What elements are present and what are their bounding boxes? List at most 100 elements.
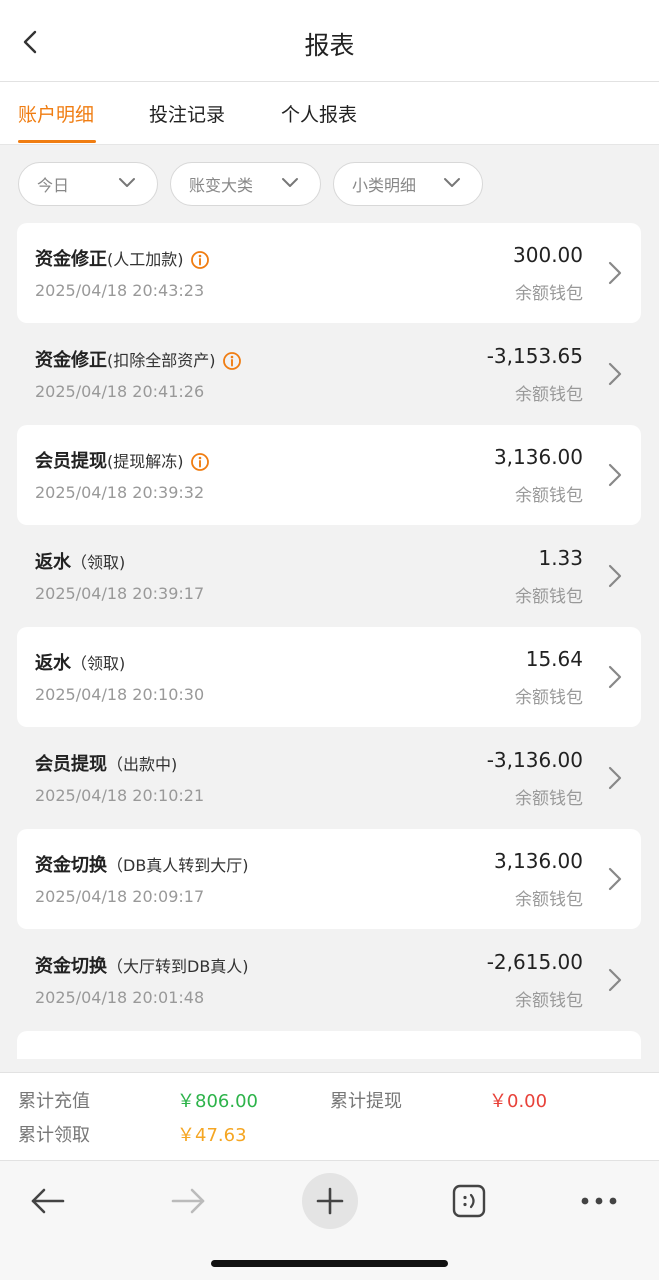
page-title: 报表: [304, 31, 355, 60]
info-icon[interactable]: [190, 250, 210, 270]
record-row[interactable]: 会员提现（出款中) 2025/04/18 20:10:21 -3,136.00 余额钱…: [17, 728, 641, 828]
record-amount: 3,136.00: [493, 445, 583, 469]
filter-bar: 今日 账变大类 小类明细: [0, 145, 659, 223]
chevron-down-icon: [282, 178, 298, 187]
chevron-right-icon[interactable]: [605, 966, 625, 998]
record-row[interactable]: 返水（领取) 2025/04/18 20:10:30 15.64 余额钱包: [17, 627, 641, 727]
home-indicator: [211, 1260, 448, 1267]
record-amount: -3,153.65: [486, 344, 583, 368]
chevron-down-icon: [119, 178, 135, 187]
record-row[interactable]: 资金修正(扣除全部资产) 2025/04/18 20:41:26 -3,153.65…: [17, 324, 641, 424]
record-wallet: 余额钱包: [515, 890, 583, 910]
chevron-right-icon[interactable]: [605, 764, 625, 796]
record-wallet: 余额钱包: [515, 486, 583, 506]
record-title-row: 会员提现(提现解冻): [35, 447, 210, 473]
header-bar: 报表: [0, 0, 659, 82]
back-arrow-icon: [31, 1188, 65, 1214]
info-icon[interactable]: [222, 351, 242, 371]
record-wallet: 余额钱包: [515, 688, 583, 708]
record-subtype: (扣除全部资产): [107, 351, 216, 370]
chevron-right-icon[interactable]: [605, 562, 625, 594]
record-list[interactable]: 资金修正(人工加款) 2025/04/18 20:43:23 300.00 余额钱包资…: [0, 223, 659, 1059]
tab-bar: 账户明细 投注记录 个人报表: [0, 82, 659, 145]
record-row[interactable]: 返水（领取) 2025/04/18 20:39:17 1.33 余额钱包: [17, 526, 641, 626]
record-wallet: 余额钱包: [515, 991, 583, 1011]
record-amount: 300.00: [513, 243, 583, 267]
record-amount: -3,136.00: [486, 748, 583, 772]
tab-account-details[interactable]: 账户明细: [18, 100, 94, 127]
record-title-row: 资金修正(人工加款): [35, 245, 210, 271]
chevron-right-icon[interactable]: [605, 663, 625, 695]
filter-category-dropdown[interactable]: 账变大类: [170, 162, 321, 206]
record-amount: -2,615.00: [486, 950, 583, 974]
chevron-right-icon[interactable]: [605, 865, 625, 897]
record-type: 资金修正: [35, 249, 107, 270]
record-title-row: 资金切换（DB真人转到大厅): [35, 851, 249, 877]
record-wallet: 余额钱包: [515, 789, 583, 809]
browser-forward-button[interactable]: [160, 1173, 216, 1229]
record-row[interactable]: 资金修正(人工加款) 2025/04/18 20:43:23 300.00 余额钱包: [17, 223, 641, 323]
record-type: 返水: [35, 653, 71, 674]
total-claim-label: 累计领取: [18, 1125, 90, 1146]
plus-icon: [316, 1187, 344, 1215]
record-time: 2025/04/18 20:09:17: [35, 887, 205, 906]
record-row[interactable]: 资金切换（大厅转到DB真人) 2025/04/18 20:01:48 -2,615.…: [17, 930, 641, 1030]
record-title-row: 资金切换（大厅转到DB真人): [35, 952, 249, 978]
record-type: 返水: [35, 552, 71, 573]
info-icon[interactable]: [190, 452, 210, 472]
filter-category-label: 账变大类: [189, 176, 254, 195]
record-title-row: 会员提现（出款中): [35, 750, 177, 776]
summary-panel: 累计充值 ￥806.00 累计提现 ￥0.00 累计领取 ￥47.63: [0, 1072, 659, 1160]
record-subtype: （大厅转到DB真人): [107, 957, 249, 976]
browser-toolbar: [0, 1160, 659, 1280]
record-amount: 15.64: [525, 647, 583, 671]
filter-date-dropdown[interactable]: 今日: [18, 162, 158, 206]
active-tab-indicator: [18, 140, 96, 143]
record-time: 2025/04/18 20:10:30: [35, 685, 205, 704]
record-time: 2025/04/18 20:43:23: [35, 281, 205, 300]
filter-subcategory-label: 小类明细: [352, 176, 417, 195]
record-time: 2025/04/18 20:10:21: [35, 786, 205, 805]
record-subtype: （DB真人转到大厅): [107, 856, 249, 875]
total-withdraw-value: ￥0.00: [489, 1091, 548, 1112]
record-type: 会员提现: [35, 754, 107, 775]
tabs-button[interactable]: [441, 1173, 497, 1229]
record-title-row: 返水（领取): [35, 548, 125, 574]
record-subtype: (提现解冻): [107, 452, 184, 471]
tab-personal-report[interactable]: 个人报表: [281, 100, 357, 127]
record-wallet: 余额钱包: [515, 385, 583, 405]
more-dots-icon: [581, 1197, 617, 1205]
record-time: 2025/04/18 20:01:48: [35, 988, 205, 1007]
record-time: 2025/04/18 20:39:32: [35, 483, 205, 502]
record-row[interactable]: [17, 1031, 641, 1059]
total-deposit-value: ￥806.00: [177, 1091, 258, 1112]
record-title-row: 资金修正(扣除全部资产): [35, 346, 242, 372]
total-claim-value: ￥47.63: [177, 1125, 247, 1146]
record-title-row: 返水（领取): [35, 649, 125, 675]
record-type: 资金修正: [35, 350, 107, 371]
record-row[interactable]: 会员提现(提现解冻) 2025/04/18 20:39:32 3,136.00 余额钱…: [17, 425, 641, 525]
forward-arrow-icon: [171, 1188, 205, 1214]
record-type: 会员提现: [35, 451, 107, 472]
new-tab-button[interactable]: [302, 1173, 358, 1229]
record-amount: 3,136.00: [493, 849, 583, 873]
record-subtype: （领取): [71, 654, 126, 673]
record-type: 资金切换: [35, 956, 107, 977]
record-subtype: （领取): [71, 553, 126, 572]
record-row[interactable]: 资金切换（DB真人转到大厅) 2025/04/18 20:09:17 3,136.0…: [17, 829, 641, 929]
filter-date-label: 今日: [37, 176, 70, 195]
record-amount: 1.33: [538, 546, 583, 570]
more-options-button[interactable]: [571, 1173, 627, 1229]
record-type: 资金切换: [35, 855, 107, 876]
filter-subcategory-dropdown[interactable]: 小类明细: [333, 162, 483, 206]
record-wallet: 余额钱包: [515, 587, 583, 607]
browser-back-button[interactable]: [20, 1173, 76, 1229]
chevron-right-icon[interactable]: [605, 360, 625, 392]
total-deposit-label: 累计充值: [18, 1091, 90, 1112]
record-subtype: (人工加款): [107, 250, 184, 269]
record-subtype: （出款中): [107, 755, 178, 774]
tab-bet-records[interactable]: 投注记录: [149, 100, 225, 127]
chevron-right-icon[interactable]: [605, 259, 625, 291]
chevron-right-icon[interactable]: [605, 461, 625, 493]
record-wallet: 余额钱包: [515, 284, 583, 304]
